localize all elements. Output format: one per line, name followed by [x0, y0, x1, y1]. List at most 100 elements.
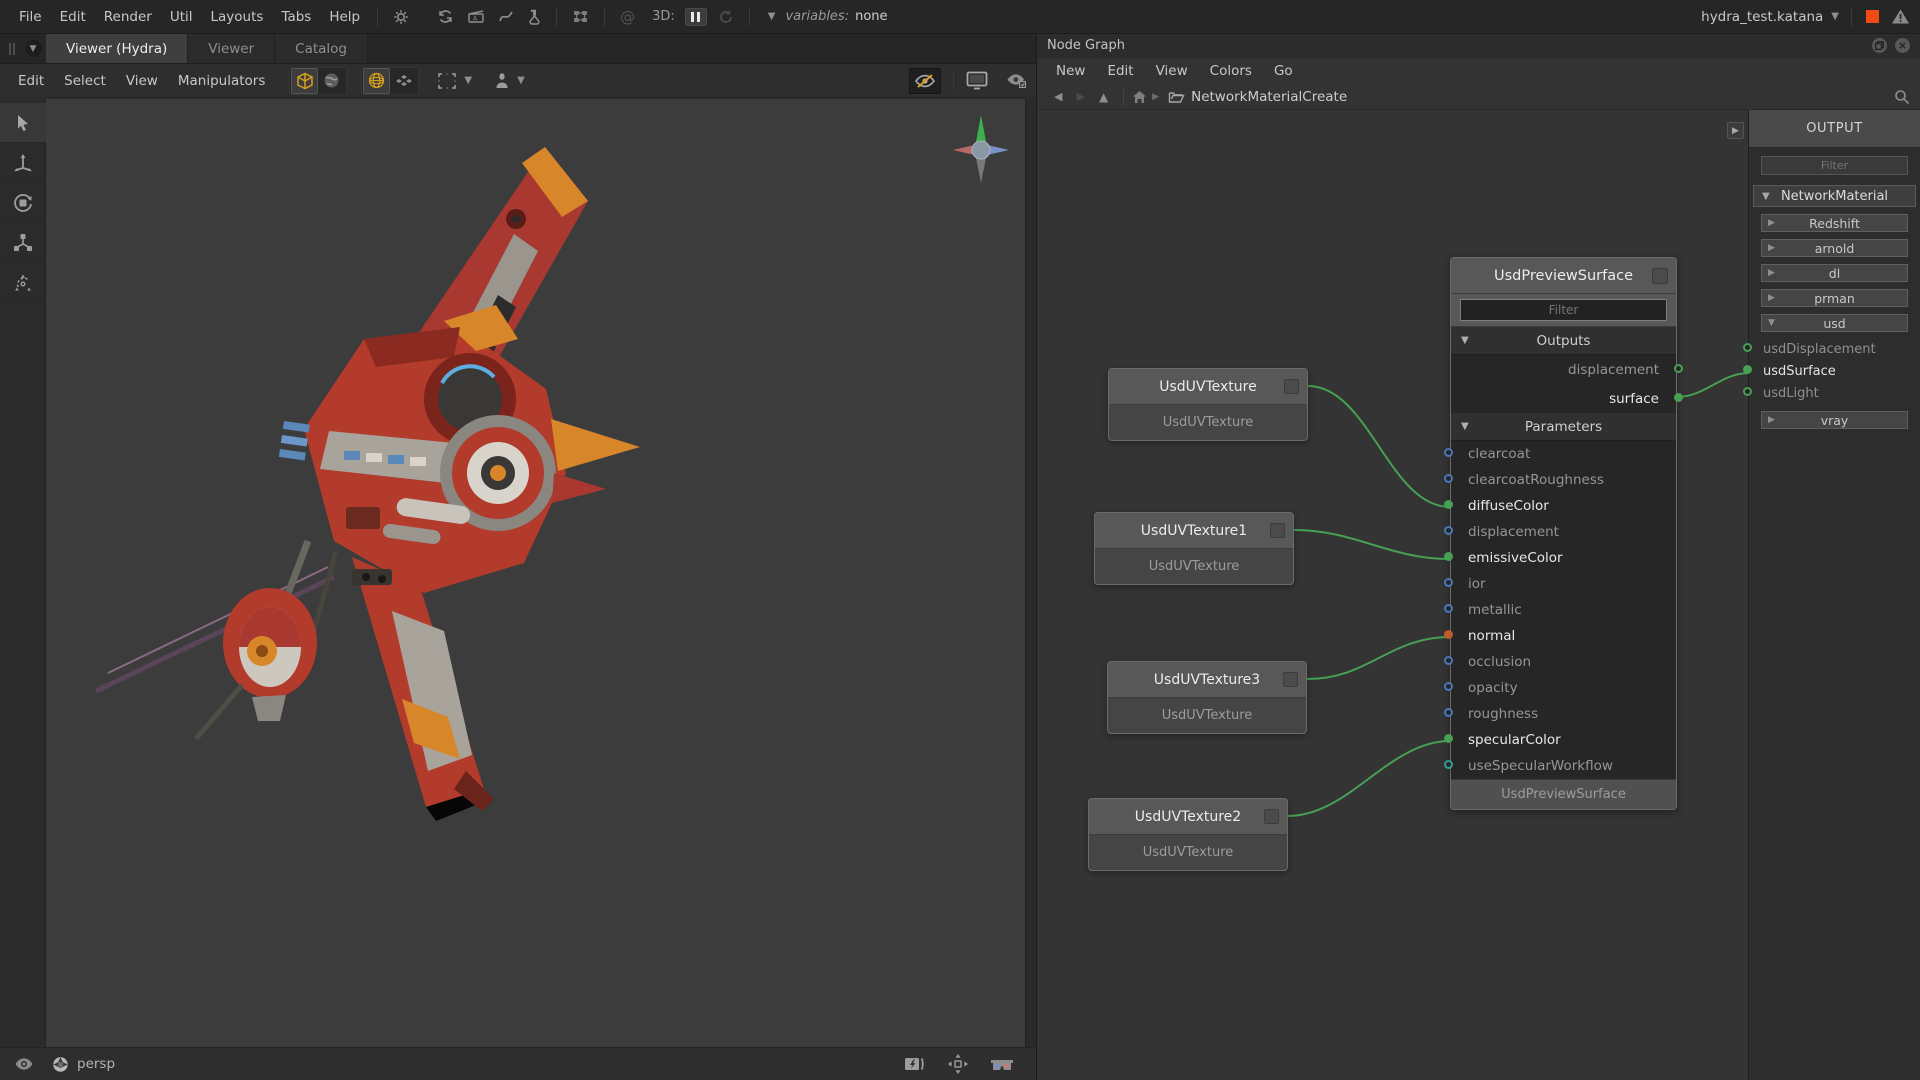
- scale-tool-button[interactable]: [0, 223, 46, 263]
- pane-menu-button[interactable]: ▼: [20, 34, 46, 63]
- port-usdLight[interactable]: [1743, 387, 1752, 396]
- menubar-item-util[interactable]: Util: [161, 9, 202, 25]
- viewer-menu-select[interactable]: Select: [54, 73, 116, 89]
- orientation-gizmo[interactable]: [953, 111, 1009, 185]
- output-filter-input[interactable]: [1761, 156, 1908, 175]
- input-port-clearcoat[interactable]: [1444, 448, 1453, 457]
- node-badge[interactable]: [1264, 809, 1279, 824]
- output-port-row-usdsurface[interactable]: usdSurface: [1749, 360, 1920, 382]
- parameter-row[interactable]: useSpecularWorkflow: [1451, 753, 1676, 779]
- project-filename[interactable]: hydra_test.katana: [1701, 9, 1823, 25]
- panel-collapse-button[interactable]: ▶: [1727, 122, 1744, 139]
- parameter-row[interactable]: diffuseColor: [1451, 493, 1676, 519]
- output-group-dl[interactable]: ▶dl: [1761, 264, 1908, 282]
- select-tool-button[interactable]: [0, 103, 46, 143]
- input-port-ior[interactable]: [1444, 578, 1453, 587]
- render-farm-icon[interactable]: [572, 9, 589, 24]
- camera-aperture-icon[interactable]: [52, 1056, 69, 1073]
- output-group-vray[interactable]: ▶vray: [1761, 411, 1908, 429]
- input-port-emissiveColor[interactable]: [1444, 552, 1453, 561]
- parameters-section-header[interactable]: ▼ Parameters: [1451, 413, 1676, 441]
- selection-mode-control[interactable]: ▼: [437, 72, 476, 90]
- output-port-row-usdlight[interactable]: usdLight: [1749, 382, 1920, 404]
- output-group-arnold[interactable]: ▶arnold: [1761, 239, 1908, 257]
- parameter-row[interactable]: emissiveColor: [1451, 545, 1676, 571]
- output-group-redshift[interactable]: ▶Redshift: [1761, 214, 1908, 232]
- nodegraph-menu-view[interactable]: View: [1145, 63, 1199, 79]
- node-usduvtexture2[interactable]: UsdUVTexture2 UsdUVTexture: [1088, 798, 1288, 871]
- pan-arrows-icon[interactable]: [948, 1054, 968, 1074]
- parameter-row[interactable]: ior: [1451, 571, 1676, 597]
- chevron-down-icon[interactable]: ▼: [1831, 11, 1839, 22]
- tab-catalog[interactable]: Catalog: [275, 34, 368, 63]
- viewer-menu-manipulators[interactable]: Manipulators: [168, 73, 276, 89]
- input-port-diffuseColor[interactable]: [1444, 500, 1453, 509]
- menubar-item-tabs[interactable]: Tabs: [272, 9, 320, 25]
- variables-control[interactable]: ▼ variables: none: [764, 9, 888, 24]
- menubar-item-layouts[interactable]: Layouts: [202, 9, 273, 25]
- viewer-menu-view[interactable]: View: [116, 73, 168, 89]
- outputs-section-header[interactable]: ▼ Outputs: [1451, 327, 1676, 355]
- close-pane-icon[interactable]: ×: [1895, 38, 1910, 53]
- node-badge[interactable]: [1283, 672, 1298, 687]
- parameter-row[interactable]: displacement: [1451, 519, 1676, 545]
- visibility-eye-icon[interactable]: [14, 1057, 34, 1071]
- node-usduvtexture3[interactable]: UsdUVTexture3 UsdUVTexture: [1107, 661, 1307, 734]
- search-icon[interactable]: [1894, 89, 1910, 105]
- node-usdpreviewsurface[interactable]: UsdPreviewSurface ▼ Outputs displacement…: [1450, 257, 1677, 810]
- output-group-prman[interactable]: ▶prman: [1761, 289, 1908, 307]
- node-graph-titlebar[interactable]: Node Graph ×: [1037, 34, 1920, 58]
- parameter-row[interactable]: roughness: [1451, 701, 1676, 727]
- port-usdDisplacement[interactable]: [1743, 343, 1752, 352]
- output-port-displacement[interactable]: [1674, 364, 1683, 373]
- output-group-usd[interactable]: ▼usd: [1761, 314, 1908, 332]
- parameter-row[interactable]: occlusion: [1451, 649, 1676, 675]
- parameter-row[interactable]: specularColor: [1451, 727, 1676, 753]
- input-port-useSpecularWorkflow[interactable]: [1444, 760, 1453, 769]
- pause-button[interactable]: [685, 8, 707, 26]
- shaded-mode-button[interactable]: [291, 68, 318, 94]
- menubar-item-help[interactable]: Help: [320, 9, 369, 25]
- menubar-item-edit[interactable]: Edit: [51, 9, 95, 25]
- node-usduvtexture[interactable]: UsdUVTexture UsdUVTexture: [1108, 368, 1308, 441]
- output-port-surface[interactable]: [1674, 393, 1683, 402]
- ghost-toggle-button[interactable]: [909, 68, 941, 94]
- parameter-row[interactable]: clearcoatRoughness: [1451, 467, 1676, 493]
- menubar-item-file[interactable]: File: [10, 9, 51, 25]
- parameter-row[interactable]: normal: [1451, 623, 1676, 649]
- input-port-metallic[interactable]: [1444, 604, 1453, 613]
- input-port-opacity[interactable]: [1444, 682, 1453, 691]
- stereo-glasses-icon[interactable]: [990, 1057, 1014, 1072]
- port-usdSurface[interactable]: [1743, 365, 1752, 374]
- warning-icon[interactable]: [1891, 8, 1910, 25]
- parameter-row[interactable]: opacity: [1451, 675, 1676, 701]
- wireframe-sphere-button[interactable]: [363, 68, 390, 94]
- nav-back-icon[interactable]: ◀: [1054, 90, 1062, 103]
- output-root-networkmaterial[interactable]: ▼NetworkMaterial: [1753, 185, 1916, 207]
- camera-name[interactable]: persp: [77, 1056, 115, 1072]
- render-status-indicator[interactable]: [1866, 10, 1879, 23]
- output-row[interactable]: displacement: [1451, 355, 1676, 384]
- node-badge[interactable]: [1652, 268, 1668, 284]
- input-port-clearcoatRoughness[interactable]: [1444, 474, 1453, 483]
- node-badge[interactable]: [1284, 379, 1299, 394]
- breadcrumb-node-name[interactable]: NetworkMaterialCreate: [1191, 89, 1347, 105]
- node-graph-canvas[interactable]: UsdUVTexture UsdUVTexture UsdUVTexture1 …: [1037, 110, 1920, 1080]
- float-pane-icon[interactable]: [1872, 38, 1887, 53]
- translate-tool-button[interactable]: [0, 143, 46, 183]
- input-port-normal[interactable]: [1444, 630, 1453, 639]
- output-port-row-usddisplacement[interactable]: usdDisplacement: [1749, 338, 1920, 360]
- home-icon[interactable]: [1132, 90, 1147, 104]
- pane-grip-handle[interactable]: [4, 34, 20, 63]
- clapperboard-icon[interactable]: A: [468, 9, 484, 24]
- monitor-icon[interactable]: [966, 71, 988, 90]
- rotate-tool-button[interactable]: [0, 183, 46, 223]
- node-badge[interactable]: [1270, 523, 1285, 538]
- snapshot-icon[interactable]: [904, 1056, 926, 1072]
- pivot-tool-button[interactable]: [0, 263, 46, 303]
- parameter-row[interactable]: metallic: [1451, 597, 1676, 623]
- input-port-specularColor[interactable]: [1444, 734, 1453, 743]
- proxy-display-button[interactable]: [390, 68, 417, 94]
- parameter-row[interactable]: clearcoat: [1451, 441, 1676, 467]
- nodegraph-menu-colors[interactable]: Colors: [1199, 63, 1263, 79]
